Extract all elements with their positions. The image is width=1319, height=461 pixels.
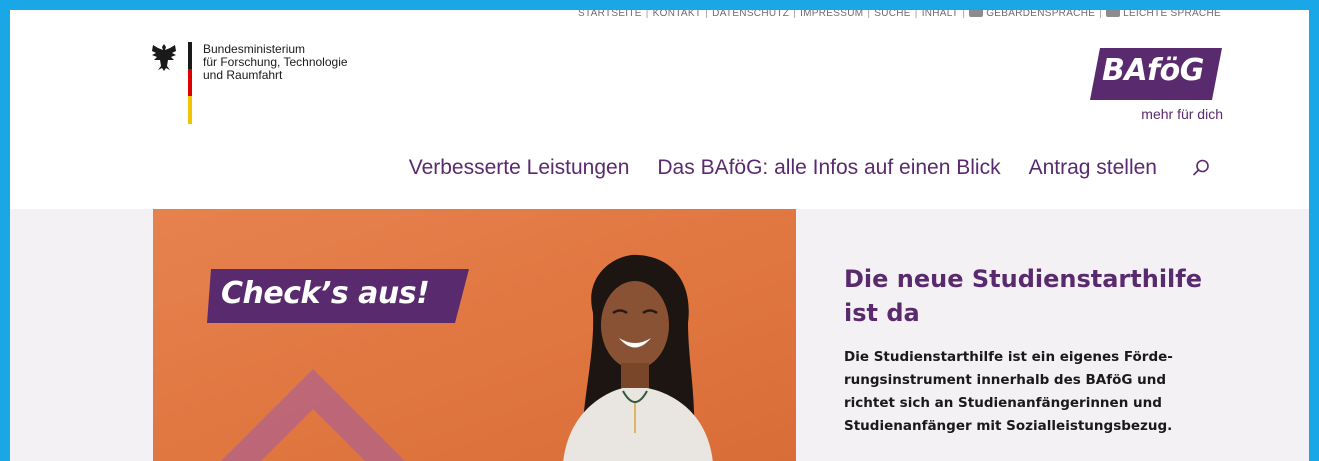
ministry-name: Bundesministerium für Forschung, Technol… (203, 43, 383, 82)
utility-link-startseite[interactable]: STARTSEITE (578, 10, 642, 19)
nav-antrag-stellen[interactable]: Antrag stellen (1029, 156, 1157, 180)
separator: | (645, 10, 649, 19)
search-icon (1193, 159, 1209, 176)
browser-viewport: STARTSEITE | KONTAKT | DATENSCHUTZ | IMPRESSUM… (10, 10, 1309, 461)
search-button[interactable] (1189, 156, 1213, 180)
check-badge-text: Check’s aus! (221, 276, 430, 311)
separator: | (867, 10, 871, 19)
bafog-logo-text: BAföG (1102, 53, 1204, 88)
utility-link-inhalt[interactable]: INHALT (922, 10, 959, 19)
utility-link-suche[interactable]: SUCHE (874, 10, 911, 19)
hero-image: Check’s aus! (153, 209, 796, 461)
sign-language-icon (969, 10, 984, 17)
bafog-slogan: mehr für dich (1141, 106, 1223, 122)
separator: | (1099, 10, 1103, 19)
main-nav: Verbesserte Leistungen Das BAföG: alle I… (409, 156, 1213, 180)
utility-link-datenschutz[interactable]: DATENSCHUTZ (712, 10, 789, 19)
easy-language-icon (1106, 10, 1121, 17)
hero-title[interactable]: Die neue Studienstarthilfe ist da (844, 262, 1234, 330)
utility-link-impressum[interactable]: IMPRESSUM (800, 10, 863, 19)
german-flag-bar (188, 42, 192, 124)
separator: | (705, 10, 709, 19)
nav-bafog-infos[interactable]: Das BAföG: alle Infos auf einen Blick (657, 156, 1000, 180)
separator: | (793, 10, 797, 19)
utility-link-kontakt[interactable]: KONTAKT (653, 10, 702, 19)
bafog-logo[interactable]: BAföG mehr für dich (1088, 48, 1223, 128)
easy-language-label: LEICHTE SPRACHE (1123, 10, 1221, 19)
nav-verbesserte-leistungen[interactable]: Verbesserte Leistungen (409, 156, 630, 180)
utility-link-easy-language[interactable]: LEICHTE SPRACHE (1106, 10, 1221, 19)
utility-nav: STARTSEITE | KONTAKT | DATENSCHUTZ | IMPRESSUM… (578, 10, 1221, 22)
utility-link-sign-language[interactable]: GEBÄRDENSPRACHE (969, 10, 1095, 19)
separator: | (962, 10, 966, 19)
ministry-line-3: und Raumfahrt (203, 68, 283, 82)
separator: | (914, 10, 918, 19)
hero-description: Die Studienstarthilfe ist ein eigenes Fö… (844, 349, 1173, 434)
sign-language-label: GEBÄRDENSPRACHE (986, 10, 1096, 19)
chevron-graphic (221, 369, 405, 461)
federal-eagle-icon (152, 44, 176, 71)
student-photo (563, 254, 713, 461)
